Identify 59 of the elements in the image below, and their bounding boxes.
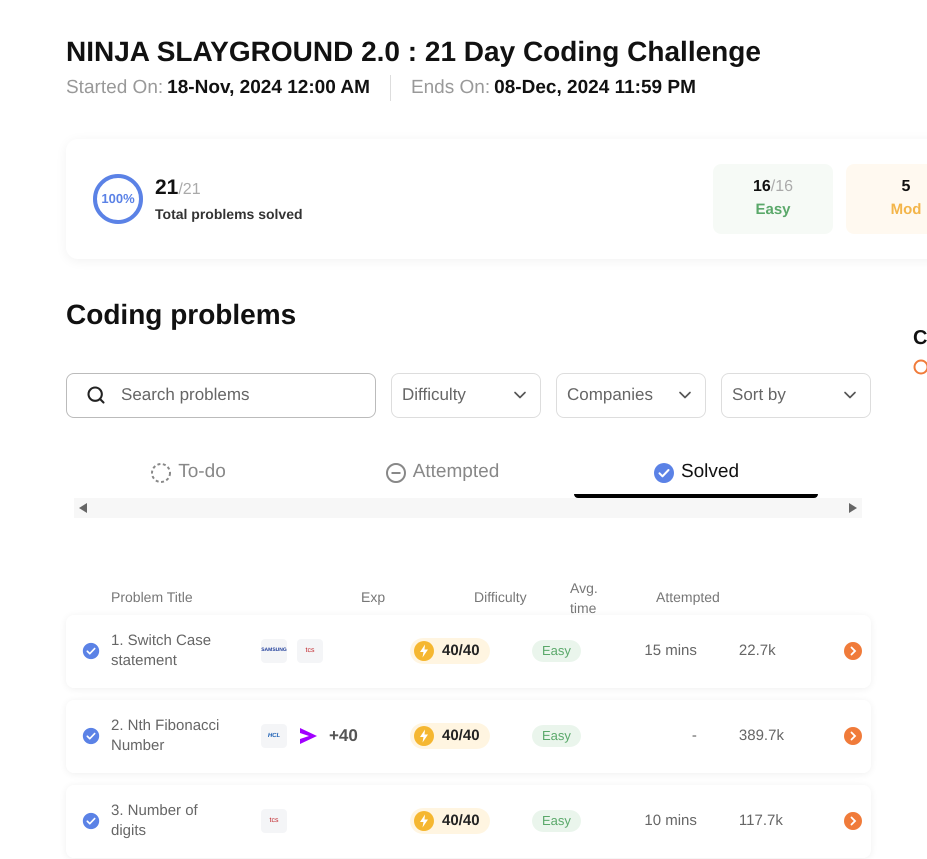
stat-total: /16 xyxy=(770,177,794,198)
status-tab[interactable]: Attempted xyxy=(320,452,564,498)
minus-circle-icon xyxy=(384,462,407,484)
lightning-icon xyxy=(414,811,434,831)
status-tab[interactable]: To-do xyxy=(66,452,310,498)
check-circle-icon xyxy=(82,727,100,745)
stat-solved: 16 xyxy=(752,177,771,198)
search-icon xyxy=(86,384,106,404)
stat-solved: 5 xyxy=(902,177,910,198)
column-header: Avg. time xyxy=(570,578,599,618)
start-date: 18-Nov, 2024 12:00 AM xyxy=(167,76,370,100)
ends-label: Ends On: xyxy=(410,76,490,100)
stat-label: Easy xyxy=(755,200,791,220)
chevron-logo-icon xyxy=(297,725,319,747)
check-circle-icon xyxy=(82,812,100,830)
total-count: /21 xyxy=(178,180,201,200)
problem-title[interactable]: 1. Switch Case statement xyxy=(111,631,223,671)
left-arrow-icon[interactable] xyxy=(78,502,88,514)
lightning-icon xyxy=(414,641,434,661)
check-circle-icon xyxy=(82,642,100,660)
more-companies: +40 xyxy=(329,725,358,748)
arrow-right-icon[interactable] xyxy=(844,812,862,830)
exp-value: 40/40 xyxy=(442,810,480,831)
check-circle-icon xyxy=(652,462,675,484)
difficulty-tag: Easy xyxy=(532,640,581,662)
difficulty-tag: Easy xyxy=(532,810,581,832)
lightning-icon xyxy=(414,726,434,746)
arrow-right-icon[interactable] xyxy=(844,642,862,660)
column-header: Exp xyxy=(361,588,386,607)
attempted-count: 22.7k xyxy=(738,640,777,661)
avg-time: - xyxy=(690,726,697,746)
exp-value: 40/40 xyxy=(442,726,480,746)
right-arrow-icon[interactable] xyxy=(848,502,858,514)
search-field[interactable]: Search problems xyxy=(66,372,376,418)
column-header: Attempted xyxy=(656,588,720,607)
stat-label: Mod xyxy=(890,200,922,220)
dashed-circle-icon xyxy=(150,462,172,484)
avg-time: 10 mins xyxy=(643,810,697,831)
filter-dropdown[interactable]: Difficulty xyxy=(391,372,541,418)
solved-count: 21 xyxy=(155,175,178,202)
progress-percent: 100% xyxy=(101,190,135,206)
end-date: 08-Dec, 2024 11:59 PM xyxy=(494,76,696,100)
filter-dropdown[interactable]: Companies xyxy=(556,372,706,418)
problem-title[interactable]: 2. Nth Fibonacci Number xyxy=(111,716,223,756)
exp-value: 40/40 xyxy=(442,640,480,661)
started-label: Started On: xyxy=(66,76,164,100)
avg-time: 15 mins xyxy=(643,640,697,661)
solved-caption: Total problems solved xyxy=(155,204,303,224)
challenge-title: NINJA SLAYGROUND 2.0 : 21 Day Coding Challenge xyxy=(66,35,761,69)
column-header: Difficulty xyxy=(474,588,528,607)
filter-dropdown[interactable]: Sort by xyxy=(721,372,871,418)
attempted-count: 389.7k xyxy=(738,726,785,746)
column-header: Problem Title xyxy=(111,588,194,607)
difficulty-tag: Easy xyxy=(532,725,581,747)
side-panel-title: C xyxy=(913,326,927,350)
attempted-count: 117.7k xyxy=(738,810,784,831)
section-title: Coding problems xyxy=(66,298,296,332)
problem-title[interactable]: 3. Number of digits xyxy=(111,801,223,841)
arrow-right-icon[interactable] xyxy=(844,727,862,745)
